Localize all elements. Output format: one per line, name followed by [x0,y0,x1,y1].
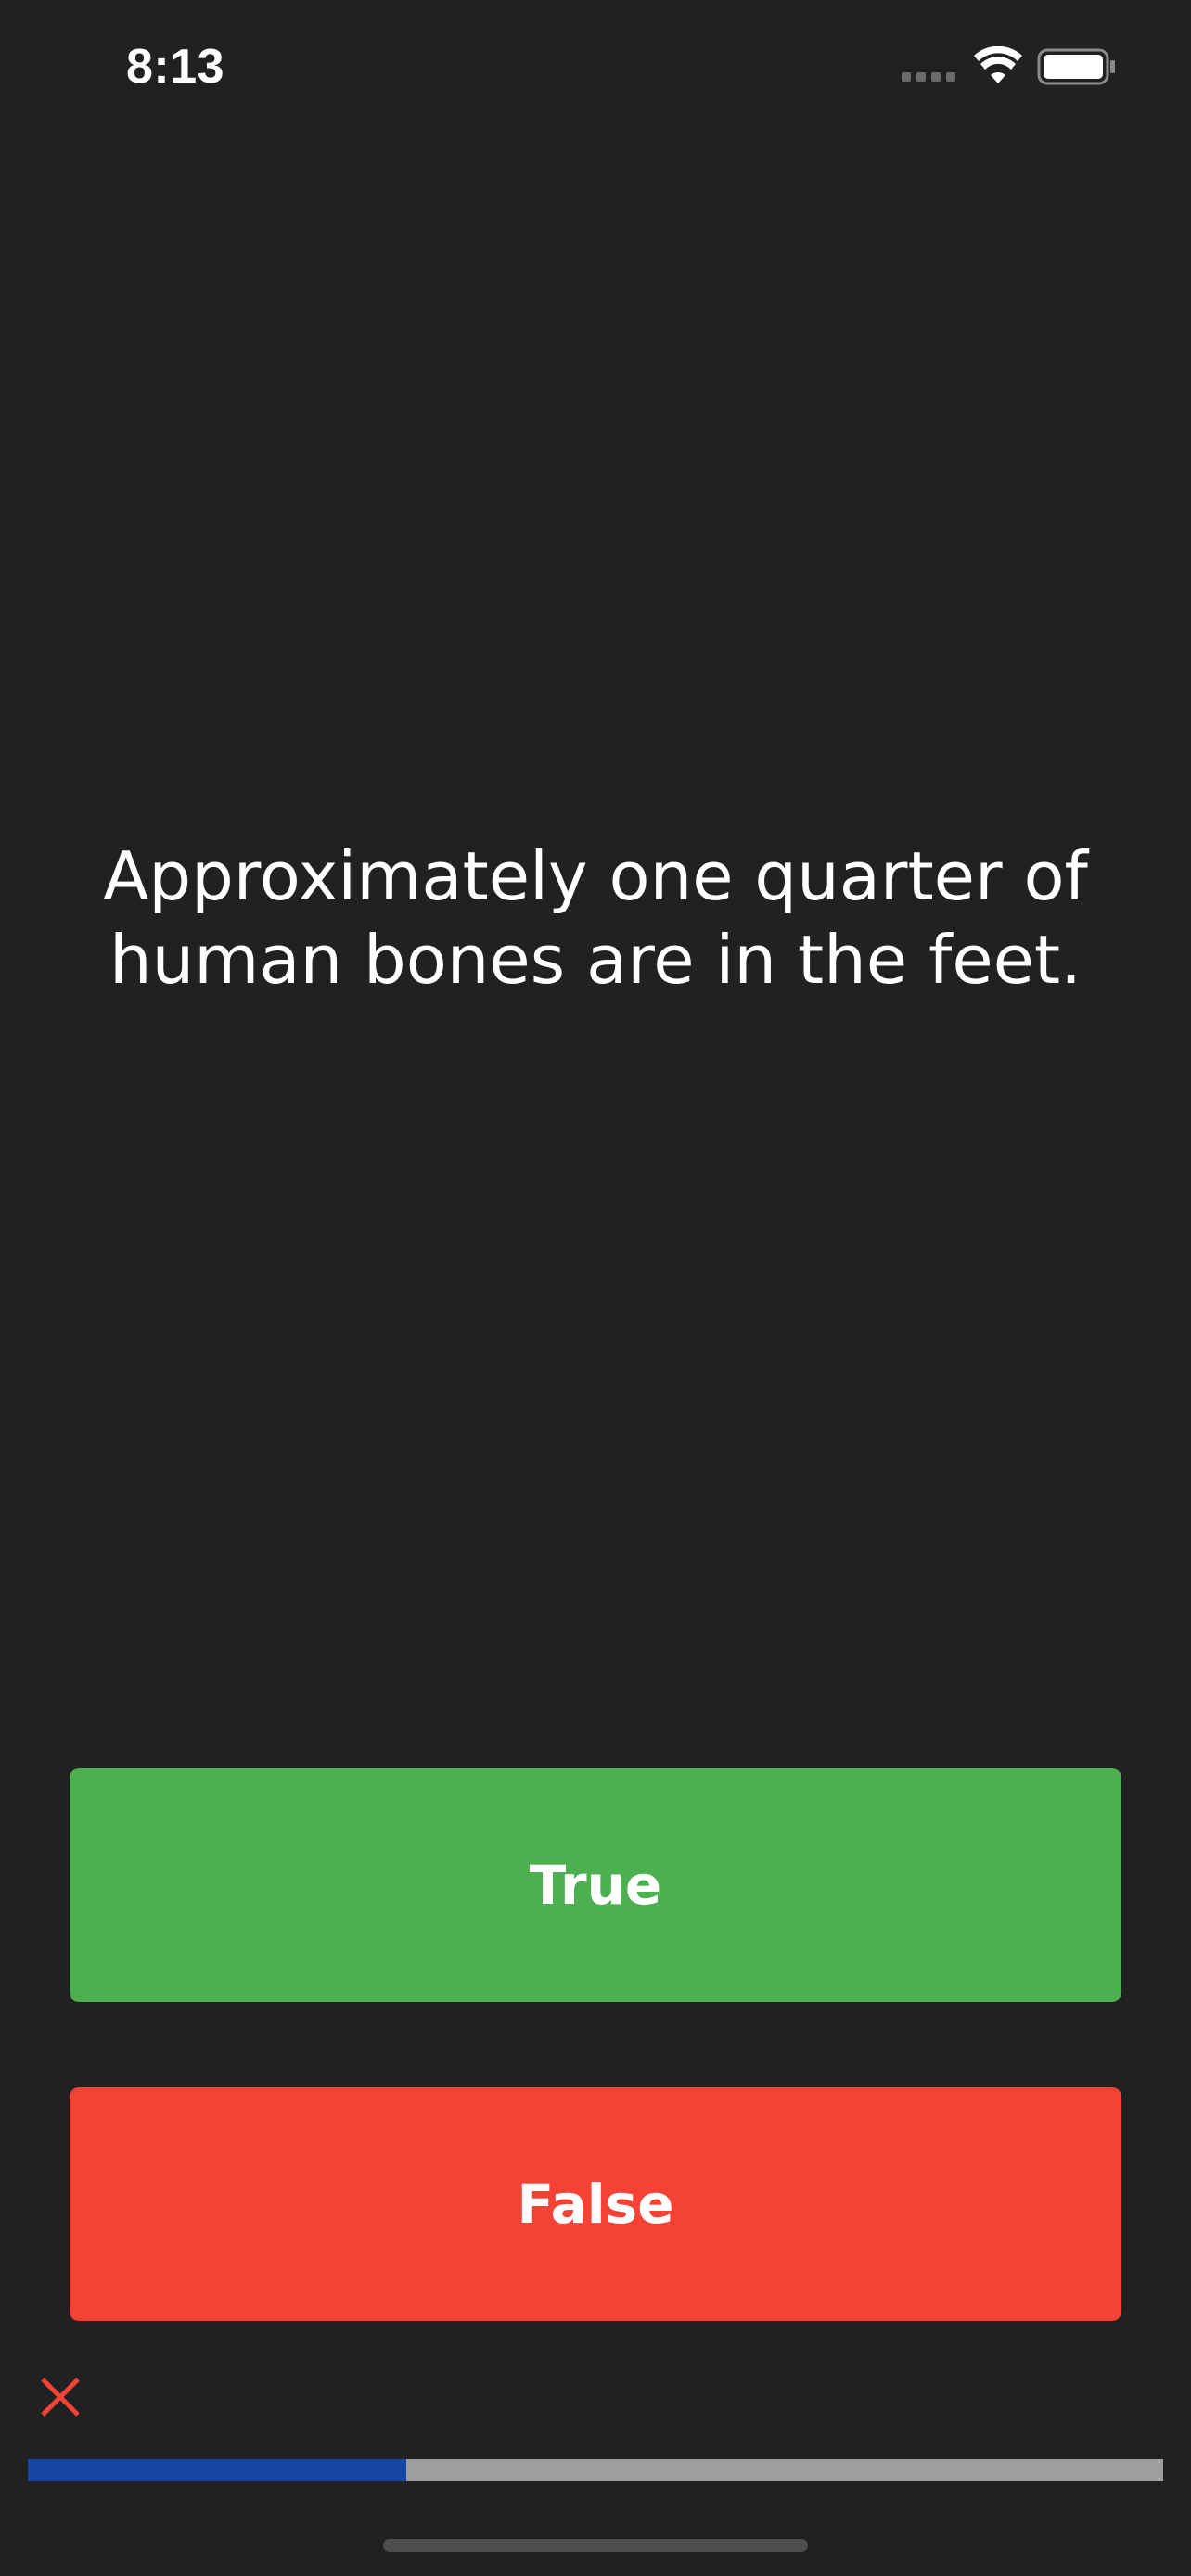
status-bar-time: 8:13 [126,40,225,94]
score-keeper [37,2374,83,2420]
quiz-screen: 8:13 Approximately one quarter of human … [0,0,1191,2576]
false-button[interactable]: False [70,2087,1121,2321]
quiz-progress-fill [28,2459,406,2481]
close-icon [41,2378,80,2417]
battery-icon [1037,48,1115,85]
question-text: Approximately one quarter of human bones… [103,837,1088,999]
home-indicator[interactable] [383,2539,808,2552]
quiz-progress-bar [28,2459,1163,2481]
true-button[interactable]: True [70,1768,1121,2002]
wifi-icon [974,46,1022,83]
cellular-signal-icon [902,72,957,83]
